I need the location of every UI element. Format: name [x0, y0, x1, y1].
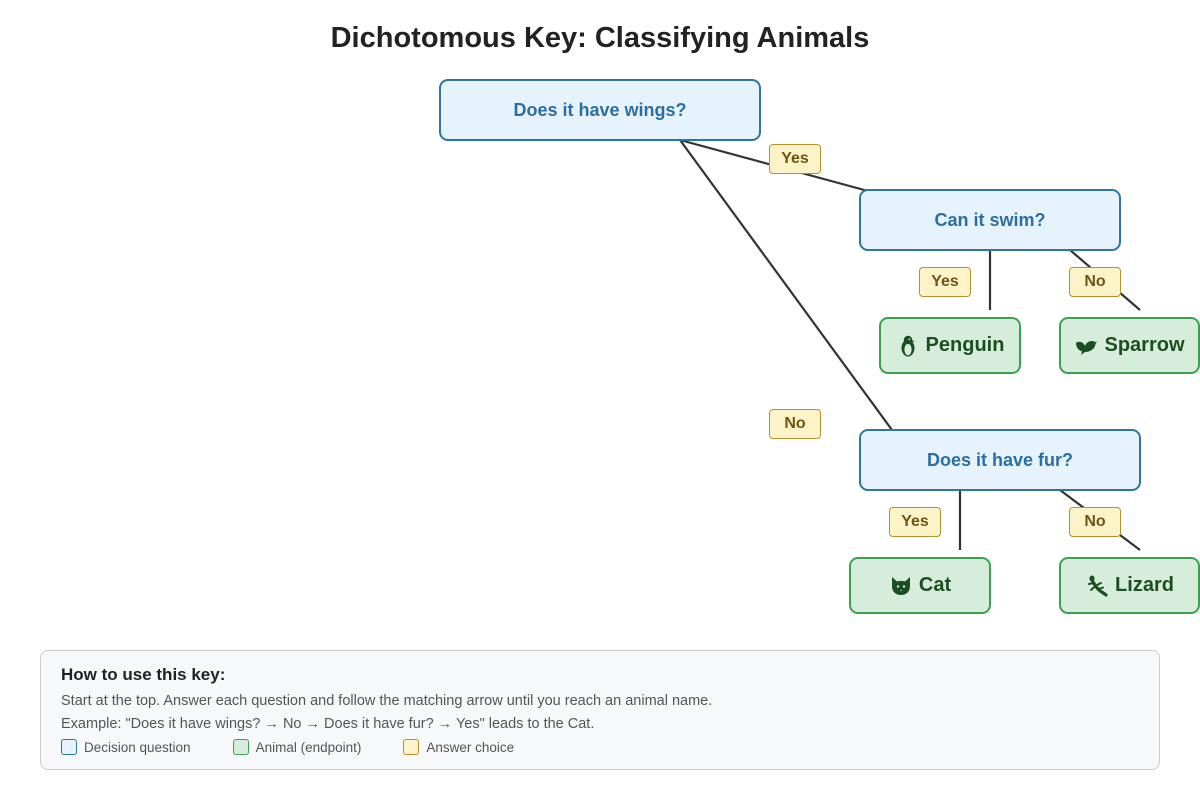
animal-lizard[interactable]: Lizard	[1059, 557, 1200, 614]
legend-label-animal: Animal (endpoint)	[255, 739, 362, 755]
bird-icon	[1076, 340, 1098, 355]
animal-lizard-label: Lizard	[1115, 574, 1174, 596]
question-swim-label: Can it swim?	[934, 209, 1046, 230]
legend-swatch-animal	[232, 739, 249, 755]
question-fur-label: Does it have fur?	[926, 449, 1074, 470]
legend-item-animal: Animal (endpoint)	[232, 739, 362, 755]
answer-fur-no[interactable]: No	[1069, 507, 1121, 537]
animal-cat[interactable]: Cat	[849, 557, 991, 614]
question-swim[interactable]: Can it swim?	[859, 189, 1121, 251]
question-fur[interactable]: Does it have fur?	[859, 429, 1141, 491]
answer-swim-no[interactable]: No	[1069, 267, 1121, 297]
legend-item-answer: Answer choice	[403, 739, 514, 755]
lizard-icon	[1088, 575, 1108, 597]
question-wings-label: Does it have wings?	[513, 99, 687, 120]
penguin-icon	[901, 335, 915, 356]
legend: Decision question Animal (endpoint) Answ…	[61, 739, 1139, 755]
animal-penguin-label: Penguin	[925, 334, 1005, 356]
legend-label-answer: Answer choice	[426, 739, 515, 755]
animal-sparrow-label: Sparrow	[1104, 334, 1185, 356]
animal-cat-label: Cat	[918, 574, 952, 596]
legend-swatch-question	[61, 739, 77, 755]
animal-sparrow[interactable]: Sparrow	[1059, 317, 1200, 374]
how-to-title: How to use this key:	[61, 665, 226, 684]
legend-swatch-answer	[403, 739, 420, 755]
how-to-example: Example: "Does it have wings? → No → Doe…	[61, 716, 595, 732]
legend-item-question: Decision question	[61, 739, 191, 755]
answer-wings-yes[interactable]: Yes	[769, 144, 821, 174]
answer-wings-no[interactable]: No	[769, 409, 821, 439]
how-to-instructions: Start at the top. Answer each question a…	[61, 693, 713, 709]
cat-icon	[891, 576, 910, 595]
answer-fur-yes[interactable]: Yes	[889, 507, 941, 537]
question-wings[interactable]: Does it have wings?	[439, 79, 761, 141]
how-to-panel: How to use this key: Start at the top. A…	[40, 650, 1160, 770]
legend-label-question: Decision question	[84, 739, 191, 755]
answer-swim-yes[interactable]: Yes	[919, 267, 971, 297]
edge-wings-no	[679, 139, 893, 431]
animal-penguin[interactable]: Penguin	[879, 317, 1021, 374]
